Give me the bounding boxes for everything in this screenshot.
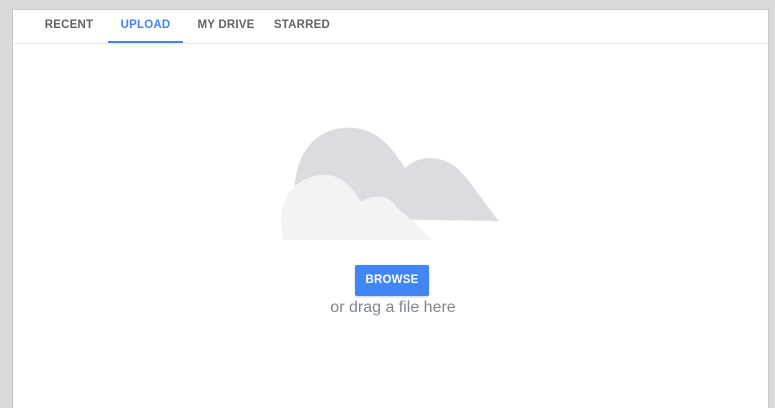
tab-recent-label: RECENT (44, 19, 94, 31)
active-tab-indicator (108, 41, 183, 43)
tab-upload[interactable]: UPLOAD (108, 10, 183, 43)
tab-starred-label: STARRED (273, 19, 331, 31)
tab-recent[interactable]: RECENT (37, 10, 101, 43)
tab-upload-label: UPLOAD (120, 19, 171, 31)
upload-dialog: RECENT UPLOAD MY DRIVE STARRED BROWSE or… (12, 9, 769, 408)
tab-my-drive[interactable]: MY DRIVE (191, 10, 261, 43)
tab-bar: RECENT UPLOAD MY DRIVE STARRED (13, 10, 768, 44)
tab-my-drive-label: MY DRIVE (197, 19, 255, 31)
browse-button[interactable]: BROWSE (355, 265, 429, 296)
tab-starred[interactable]: STARRED (268, 10, 336, 43)
drag-hint-text: or drag a file here (330, 299, 456, 316)
cloud-icon (281, 127, 499, 240)
